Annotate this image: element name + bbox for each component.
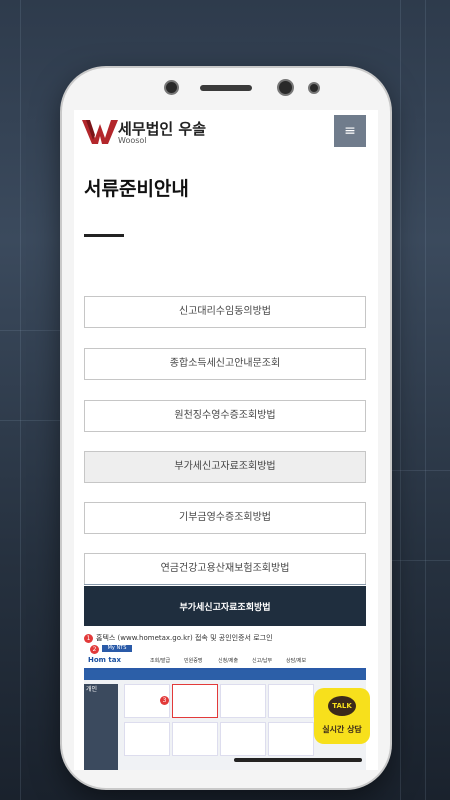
app-screen: 세무법인 우솔 Woosol ≡ 서류준비안내 신고대리수임동의방법 종합소득세… [74, 110, 378, 770]
shot-nav-item: 신고/납부 [252, 658, 273, 664]
shot-nav-item: 신청/제출 [218, 658, 239, 664]
shot-nav-item: 조회/발급 [150, 658, 171, 664]
title-underline [84, 234, 124, 237]
shot-tile-highlight [172, 684, 218, 718]
shot-tile [124, 722, 170, 756]
menu-button-vat[interactable]: 부가세신고자료조회방법 [84, 451, 366, 483]
menu-button-consent[interactable]: 신고대리수임동의방법 [84, 296, 366, 328]
shot-tile [268, 722, 314, 756]
brand-subtitle: Woosol [118, 136, 147, 145]
banner-divider [84, 584, 366, 585]
guide-step-1: 1 홈텍스 (www.hometax.go.kr) 접속 및 공인인증서 로그인 [84, 633, 273, 643]
shot-tile [268, 684, 314, 718]
shot-badge-2: 2 [90, 645, 99, 654]
menu-button-withholding[interactable]: 원천징수영수증조회방법 [84, 400, 366, 432]
shot-tile [220, 684, 266, 718]
shot-logo: Hom tax [88, 656, 121, 664]
shot-sidebar [84, 684, 118, 770]
section-banner: 부가세신고자료조회방법 [84, 586, 366, 626]
app-header: 세무법인 우솔 Woosol ≡ [74, 110, 378, 158]
kakao-talk-chat-button[interactable]: TALK 실시간 상담 [314, 688, 370, 744]
shot-tile [220, 722, 266, 756]
home-indicator [234, 758, 362, 762]
menu-button-income-tax[interactable]: 종합소득세신고안내문조회 [84, 348, 366, 380]
proximity-sensor-icon [308, 82, 320, 94]
shot-tile [172, 722, 218, 756]
sensor-icon [164, 80, 179, 95]
shot-blue-bar [84, 670, 366, 680]
shot-nav-item: 상담/제보 [286, 658, 307, 664]
phone-top-bar [62, 68, 390, 108]
step-text: 홈텍스 (www.hometax.go.kr) 접속 및 공인인증서 로그인 [96, 634, 273, 642]
hamburger-menu-button[interactable]: ≡ [334, 115, 366, 147]
talk-bubble-icon: TALK [328, 696, 356, 716]
menu-button-donation[interactable]: 기부금영수증조회방법 [84, 502, 366, 534]
talk-label: 실시간 상담 [322, 725, 362, 734]
front-camera-icon [277, 79, 294, 96]
phone-frame: 세무법인 우솔 Woosol ≡ 서류준비안내 신고대리수임동의방법 종합소득세… [62, 68, 390, 788]
menu-button-insurance[interactable]: 연금건강고용산재보험조회방법 [84, 553, 366, 585]
speaker-grille [200, 85, 252, 91]
shot-mynts: My NTS [102, 645, 132, 652]
woosol-logo-icon[interactable] [82, 116, 118, 146]
shot-badge-3: 3 [160, 696, 169, 705]
page-title: 서류준비안내 [84, 178, 189, 200]
shot-nav-item: 민원증명 [184, 658, 203, 664]
shot-sidebar-label: 개인 [86, 686, 98, 693]
step-badge: 1 [84, 634, 93, 643]
